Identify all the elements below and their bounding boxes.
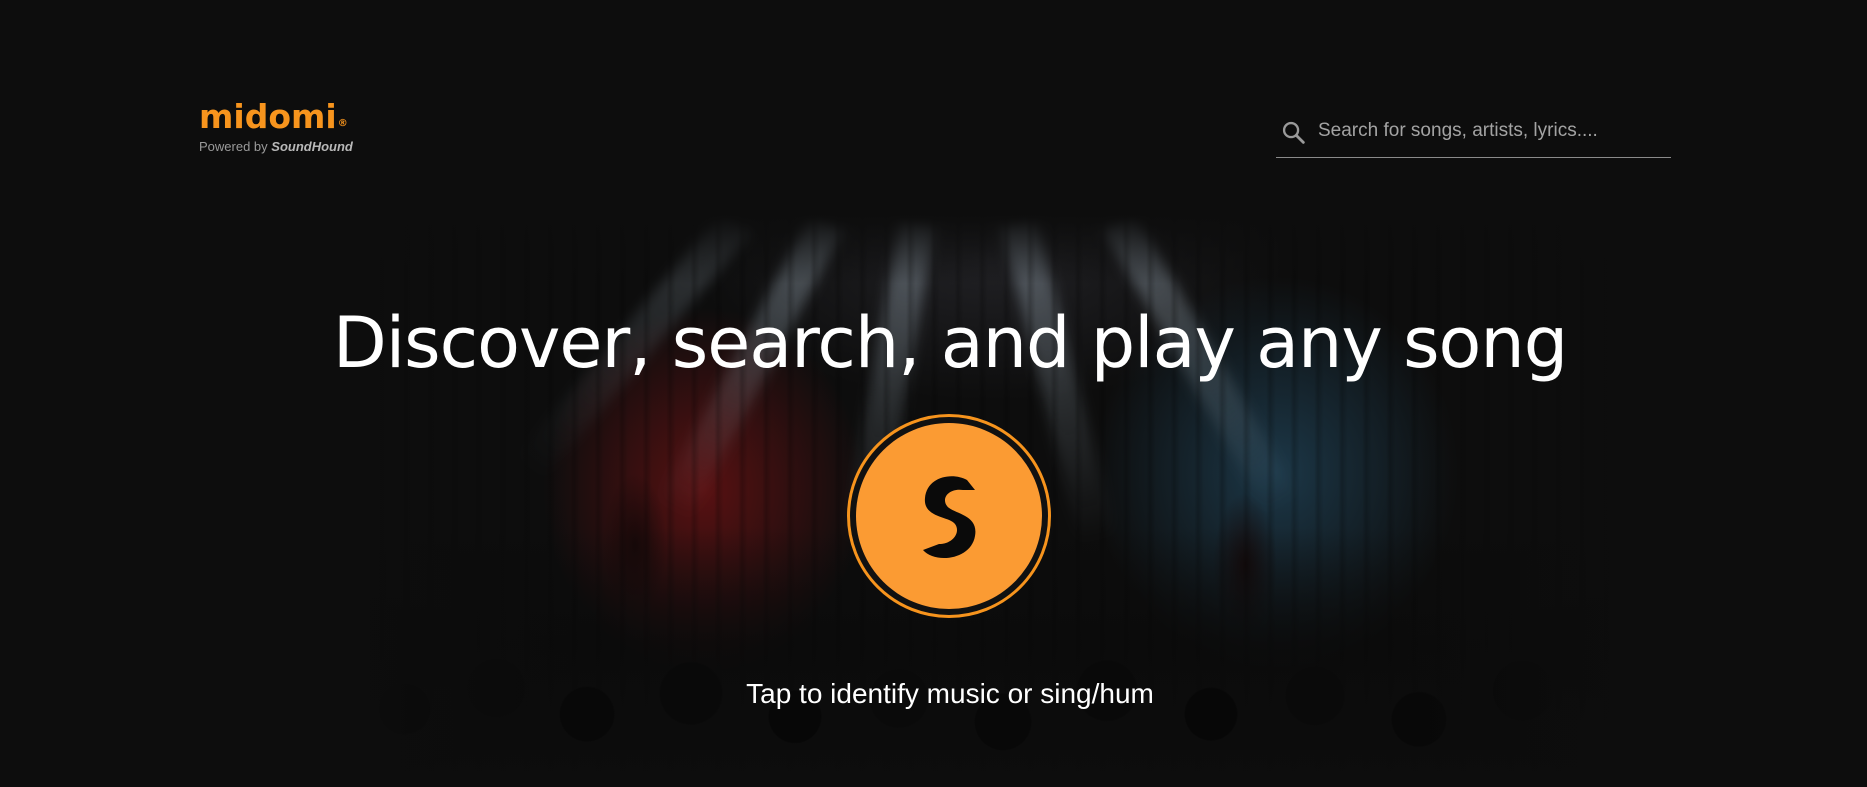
listen-button-face [856,423,1042,609]
logo-wordmark: midomi® [199,100,399,133]
soundhound-icon [923,476,976,559]
soundhound-brand: SoundHound [271,139,353,154]
search-input[interactable] [1318,119,1671,142]
page-headline: Discover, search, and play any song [332,302,1568,384]
listen-button[interactable] [847,414,1051,618]
logo-wordmark-text: midomi [199,97,337,136]
registered-mark: ® [337,118,348,129]
page: midomi® Powered by SoundHound Discover, … [0,0,1867,787]
search-icon[interactable] [1280,119,1308,147]
powered-by-label: Powered by [199,139,268,154]
midomi-logo[interactable]: midomi® Powered by SoundHound [199,100,399,154]
powered-by: Powered by SoundHound [199,139,399,154]
tap-to-identify-label: Tap to identify music or sing/hum [746,678,1154,709]
search-bar [1276,108,1671,158]
